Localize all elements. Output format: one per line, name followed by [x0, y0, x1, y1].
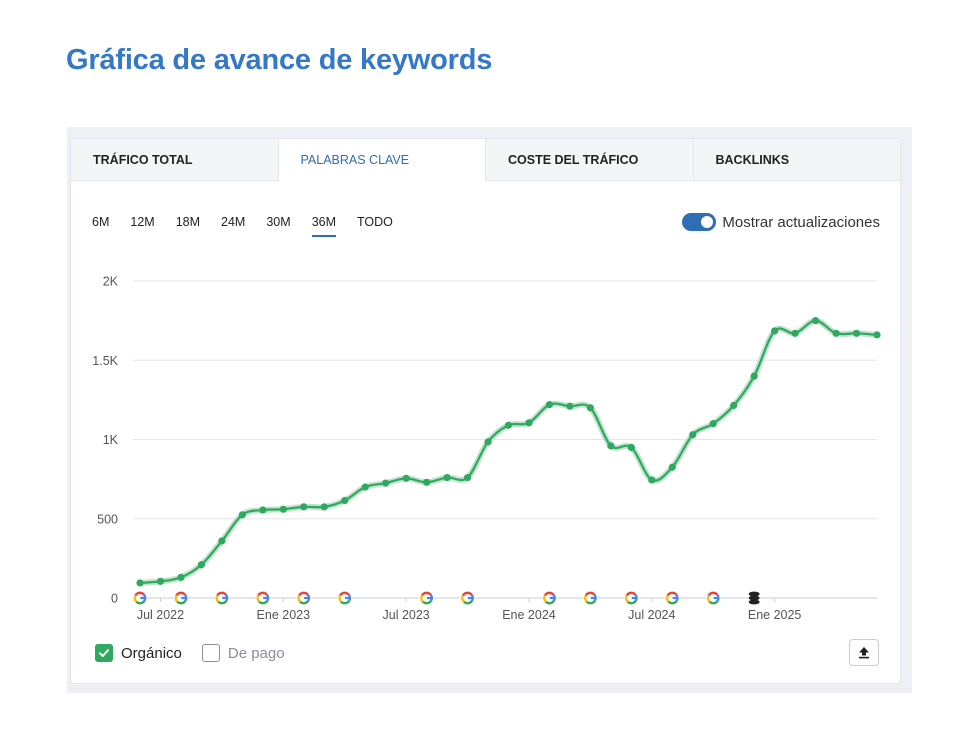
data-point [525, 419, 533, 427]
x-tick-label: Jul 2023 [383, 608, 430, 622]
data-point [177, 573, 185, 581]
data-point [668, 463, 676, 471]
y-tick-label: 1.5K [92, 354, 118, 368]
data-point [730, 401, 738, 410]
legend-label: Orgánico [121, 644, 182, 662]
data-point [238, 511, 246, 519]
x-tick-label: Jul 2022 [137, 608, 184, 622]
y-tick-label: 1K [103, 433, 119, 447]
data-point [832, 329, 840, 337]
page-title: Gráfica de avance de keywords [66, 44, 493, 76]
data-point [136, 579, 144, 587]
data-point [361, 483, 369, 491]
x-tick-label: Jul 2024 [628, 608, 675, 622]
data-point [218, 537, 226, 545]
google-icon [133, 591, 147, 605]
keywords-line-chart: 0 500 1K 1.5K 2K Jul 2022 Ene 2023 Jul 2023 Ene … [92, 275, 881, 622]
data-point [586, 404, 594, 412]
data-point [382, 479, 390, 487]
chart-card: TRÁFICO TOTAL PALABRAS CLAVE COSTE DEL T… [70, 138, 901, 684]
y-tick-label: 2K [103, 275, 119, 289]
data-point [852, 329, 861, 337]
x-tick-label: Ene 2024 [502, 608, 556, 622]
data-point [259, 506, 267, 514]
data-point [627, 443, 635, 452]
legend-organico[interactable]: Orgánico [95, 644, 182, 662]
x-tick-label: Ene 2025 [748, 608, 802, 622]
legend: Orgánico De pago [95, 644, 305, 662]
data-point [341, 496, 349, 505]
data-point [197, 561, 206, 569]
data-point [156, 577, 165, 585]
database-icon [748, 591, 760, 605]
data-point [279, 505, 287, 513]
data-point [607, 442, 615, 450]
google-icon [542, 591, 557, 605]
google-icon [419, 591, 434, 605]
google-icon [460, 591, 475, 605]
y-tick-label: 500 [97, 512, 118, 526]
data-point [463, 473, 472, 482]
data-point [443, 473, 451, 482]
x-tick-label: Ene 2023 [257, 608, 311, 622]
google-icon [583, 591, 598, 605]
data-point [791, 329, 799, 337]
legend-label: De pago [227, 644, 285, 662]
data-point [750, 372, 758, 380]
data-point [873, 331, 881, 339]
data-point [300, 503, 308, 511]
upload-icon [859, 647, 869, 659]
data-point [402, 474, 410, 482]
export-button[interactable] [849, 639, 879, 666]
data-point [709, 420, 717, 428]
data-point [648, 476, 656, 484]
data-point [689, 431, 697, 439]
data-point [504, 421, 513, 429]
google-icon [255, 591, 270, 605]
checkbox-unchecked-icon [201, 644, 220, 662]
data-point [484, 438, 492, 446]
google-icon [337, 591, 352, 605]
google-icon [214, 591, 229, 605]
google-icon [706, 591, 721, 605]
y-tick-label: 0 [111, 592, 118, 606]
google-icon [624, 591, 639, 605]
google-icon [665, 591, 680, 605]
google-icon [173, 591, 188, 605]
legend-de-pago[interactable]: De pago [201, 644, 285, 662]
data-point [423, 478, 431, 486]
data-point [771, 327, 779, 335]
data-point [545, 401, 554, 409]
google-icon [296, 591, 311, 605]
data-point [320, 503, 328, 511]
checkbox-checked-icon [95, 644, 113, 662]
data-point [566, 402, 574, 410]
data-point [811, 317, 820, 325]
